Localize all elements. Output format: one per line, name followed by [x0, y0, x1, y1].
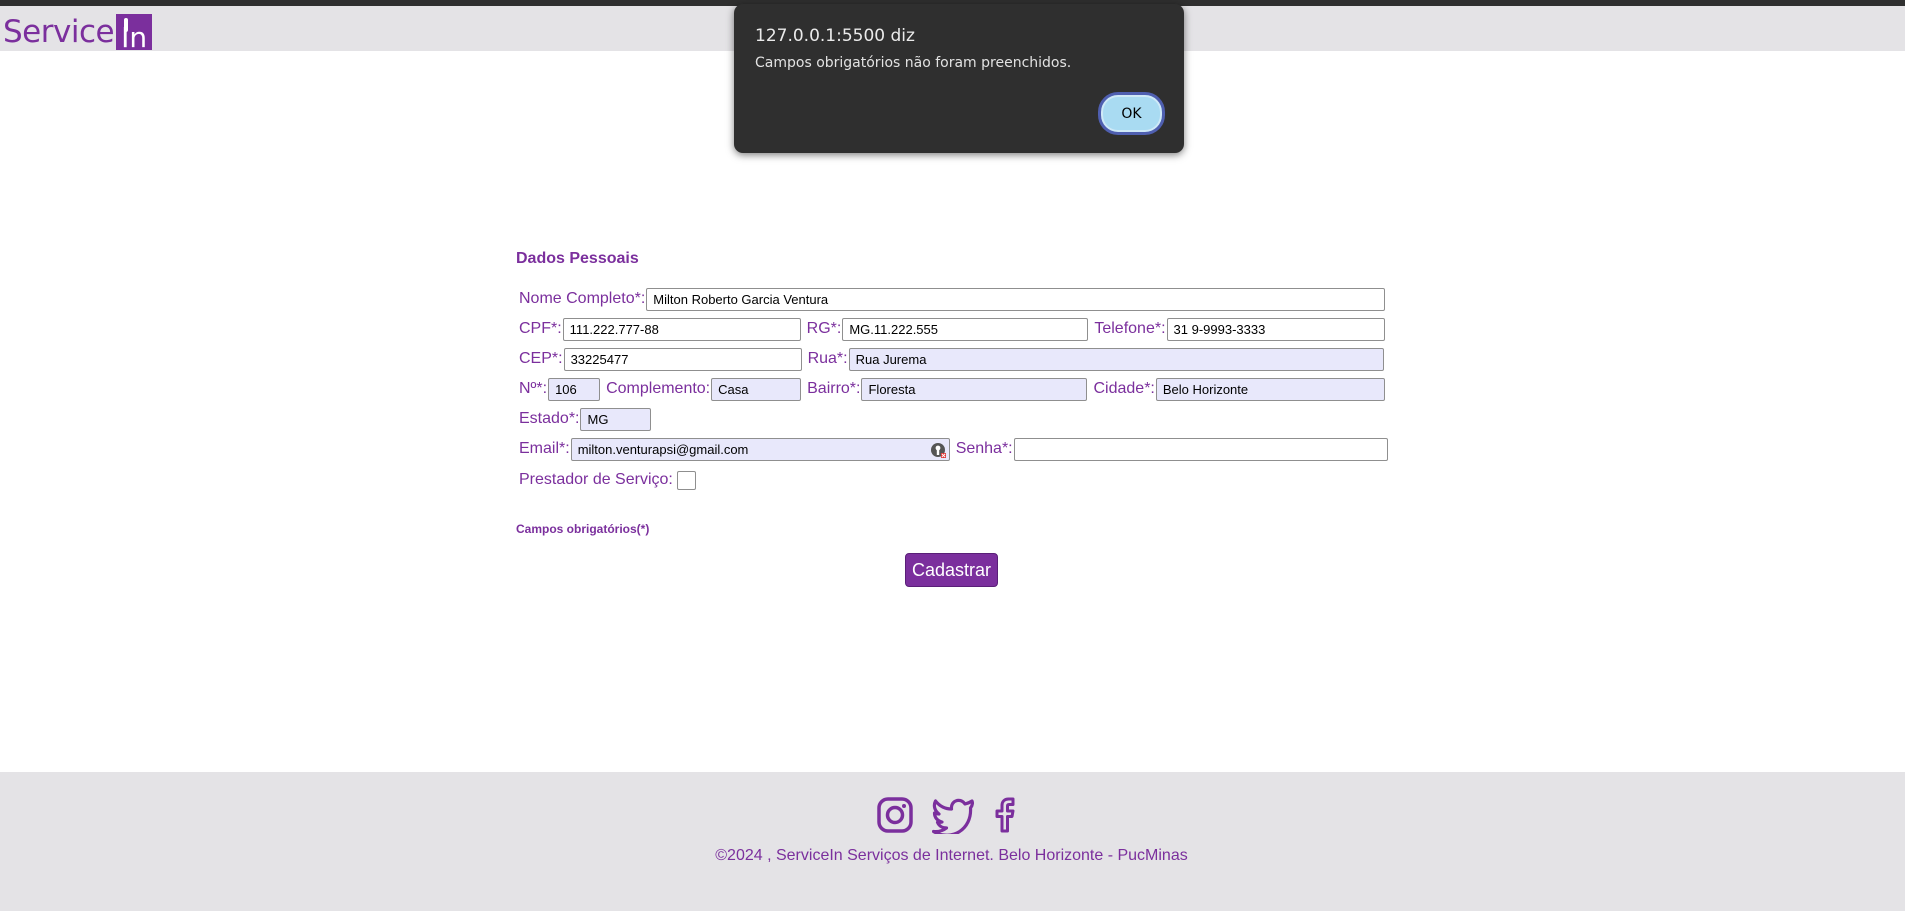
email-label: Email*:	[519, 440, 570, 457]
row-endereco: CEP*: 33225477 Rua*: Rua Jurema	[519, 346, 1384, 372]
twitter-icon[interactable]	[932, 796, 974, 834]
instagram-icon[interactable]	[876, 796, 914, 834]
numero-input[interactable]: 106	[548, 377, 601, 401]
email-value: milton.venturapsi@gmail.com	[577, 441, 749, 457]
prestador-checkbox[interactable]	[676, 470, 696, 490]
footer-copyright: ©2024 , ServiceIn Serviços de Internet. …	[715, 847, 1188, 864]
rg-input[interactable]: MG.11.222.555	[842, 317, 1089, 341]
site-footer: ©2024 , ServiceIn Serviços de Internet. …	[0, 772, 1905, 911]
estado-label: Estado*:	[519, 410, 580, 427]
dialog-ok-button[interactable]: OK	[1098, 92, 1165, 135]
bairro-label: Bairro*:	[807, 380, 861, 397]
password-manager-icon[interactable]	[930, 442, 947, 459]
logo-text: Service	[3, 14, 115, 50]
prestador-label: Prestador de Serviço:	[519, 471, 673, 488]
complemento-input[interactable]: Casa	[711, 377, 802, 401]
row-credenciais: Email*: milton.venturapsi@gmail.com Senh…	[519, 436, 1388, 462]
telefone-input[interactable]: 31 9-9993-3333	[1166, 317, 1385, 341]
required-note: Campos obrigatórios(*)	[516, 522, 650, 536]
logo[interactable]: Service In	[3, 14, 153, 54]
email-input[interactable]: milton.venturapsi@gmail.com	[570, 437, 950, 461]
row-nome: Nome Completo*: Milton Roberto Garcia Ve…	[519, 286, 1386, 312]
rua-label: Rua*:	[807, 350, 848, 367]
row-estado: Estado*: MG	[519, 406, 652, 432]
cep-label: CEP*:	[519, 350, 563, 367]
row-prestador: Prestador de Serviço:	[519, 467, 696, 493]
cpf-label: CPF*:	[519, 320, 562, 337]
row-endereco-detalhes: Nº*: 106 Complemento: Casa Bairro*: Flor…	[519, 376, 1385, 402]
senha-input[interactable]	[1013, 437, 1388, 461]
alert-dialog: 127.0.0.1:5500 diz Campos obrigatórios n…	[734, 4, 1184, 153]
dialog-message: Campos obrigatórios não foram preenchido…	[755, 55, 1072, 71]
cidade-label: Cidade*:	[1093, 380, 1155, 397]
social-links	[876, 796, 1018, 834]
logo-mark: In	[116, 14, 153, 54]
row-documentos: CPF*: 111.222.777-88 RG*: MG.11.222.555 …	[519, 316, 1385, 342]
numero-label: Nº*:	[519, 380, 548, 397]
complemento-label: Complemento:	[606, 380, 711, 397]
senha-label: Senha*:	[955, 440, 1013, 457]
facebook-icon[interactable]	[992, 796, 1018, 834]
nome-input[interactable]: Milton Roberto Garcia Ventura	[646, 287, 1386, 311]
estado-input[interactable]: MG	[580, 407, 652, 431]
logo-mark-text: In	[121, 21, 148, 54]
cidade-input[interactable]: Belo Horizonte	[1155, 377, 1385, 401]
section-title: Dados Pessoais	[516, 250, 639, 267]
bairro-input[interactable]: Floresta	[861, 377, 1088, 401]
dialog-title: 127.0.0.1:5500 diz	[755, 26, 915, 46]
rua-input[interactable]: Rua Jurema	[848, 347, 1384, 371]
cep-input[interactable]: 33225477	[563, 347, 802, 371]
telefone-label: Telefone*:	[1094, 320, 1166, 337]
cpf-input[interactable]: 111.222.777-88	[562, 317, 801, 341]
cadastrar-button[interactable]: Cadastrar	[905, 553, 998, 587]
rg-label: RG*:	[806, 320, 842, 337]
nome-label: Nome Completo*:	[519, 290, 646, 307]
